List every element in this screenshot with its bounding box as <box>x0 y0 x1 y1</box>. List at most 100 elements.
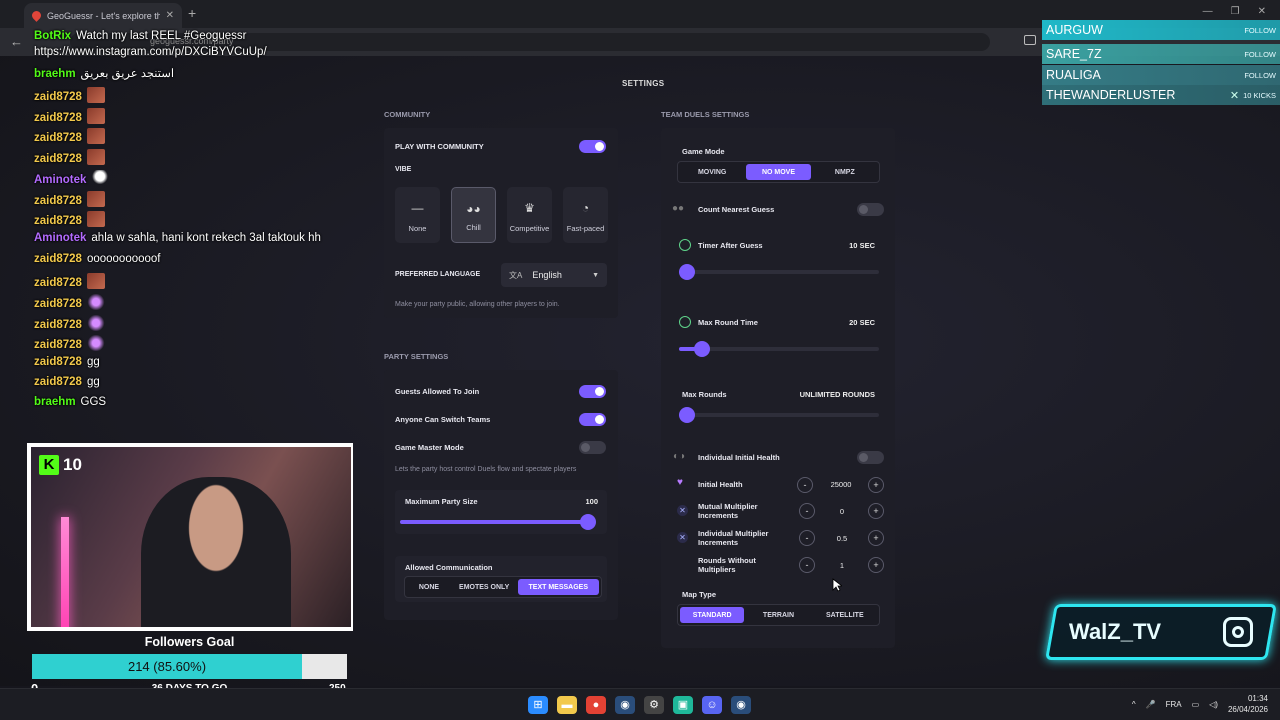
tab-close-icon[interactable]: ✕ <box>166 10 174 21</box>
game-mode-no-move[interactable]: NO MOVE <box>746 164 811 180</box>
taskbar-app-icon[interactable]: ⚙ <box>644 696 664 714</box>
mutual-multiplier-value[interactable]: 0 <box>826 507 858 516</box>
vibe-option-fast-paced[interactable]: ◔ Fast-paced <box>563 187 608 243</box>
kick-logo-icon: K <box>39 455 59 475</box>
play-with-community-toggle[interactable] <box>579 140 606 153</box>
rounds-without-multipliers-value[interactable]: 1 <box>826 561 858 570</box>
mutual-multiplier-increment-button[interactable]: + <box>868 503 884 519</box>
chat-username: zaid8728 <box>34 277 82 289</box>
event-tag: FOLLOW <box>1244 25 1276 35</box>
browser-tab[interactable]: GeoGuessr - Let's explore the w ✕ <box>24 3 182 28</box>
timer-after-guess-label: Timer After Guess <box>698 241 763 250</box>
max-round-time-slider[interactable] <box>679 341 879 357</box>
maximize-button[interactable]: ❐ <box>1231 6 1240 17</box>
gauge-icon: ◔ <box>581 201 590 215</box>
slider-handle[interactable] <box>694 341 710 357</box>
rounds-without-multipliers-label: Rounds Without Multipliers <box>698 556 756 574</box>
taskbar-app-icon[interactable]: ☺ <box>702 696 722 714</box>
taskbar-app-icon[interactable]: ● <box>586 696 606 714</box>
game-mode-moving[interactable]: MOVING <box>680 164 744 180</box>
microphone-icon[interactable]: 🎤 <box>1146 700 1156 709</box>
dash-icon: — <box>411 201 424 215</box>
chat-message: zaid8728 <box>34 87 105 103</box>
vibe-option-competitive[interactable]: ♛ Competitive <box>507 187 552 243</box>
clock[interactable]: 01:34 26/04/2026 <box>1228 693 1268 715</box>
max-party-size-value: 100 <box>585 497 598 506</box>
vibe-option-chill[interactable]: ◕◕ Chill <box>451 187 496 243</box>
chat-username: zaid8728 <box>34 91 82 103</box>
game-mode-nmpz[interactable]: NMPZ <box>813 164 877 180</box>
taskbar-app-icon[interactable]: ◉ <box>615 696 635 714</box>
close-icon: ✕ <box>1229 89 1240 102</box>
tray-chevron-icon[interactable]: ^ <box>1132 700 1136 709</box>
taskbar-app-icon[interactable]: ▬ <box>557 696 577 714</box>
new-tab-button[interactable]: + <box>188 5 196 21</box>
brand-name: WalZ_TV <box>1069 619 1162 644</box>
page-title: SETTINGS <box>622 79 665 88</box>
vibe-option-none[interactable]: — None <box>395 187 440 243</box>
individual-multiplier-increment-button[interactable]: + <box>868 530 884 546</box>
chat-emote-icon <box>86 191 105 207</box>
chat-emote-icon <box>86 87 105 103</box>
kick-badge: K 10 <box>39 455 82 475</box>
timer-icon <box>679 239 691 251</box>
chat-username: Aminotek <box>34 232 87 244</box>
taskbar-app-icon[interactable]: ▣ <box>673 696 693 714</box>
chat-username: BotRix <box>34 30 72 42</box>
map-type-standard[interactable]: STANDARD <box>680 607 745 623</box>
anyone-switch-toggle[interactable] <box>579 413 606 426</box>
map-type-satellite[interactable]: SATELLITE <box>813 607 877 623</box>
chat-username: zaid8728 <box>34 356 82 368</box>
slider-handle[interactable] <box>679 264 695 280</box>
individual-multiplier-decrement-button[interactable]: - <box>799 530 815 546</box>
rounds-without-multipliers-increment-button[interactable]: + <box>868 557 884 573</box>
comm-option-emotes-only[interactable]: EMOTES ONLY <box>453 579 516 595</box>
map-type-terrain[interactable]: TERRAIN <box>746 607 810 623</box>
max-party-size-slider[interactable] <box>400 514 596 530</box>
event-name: THEWANDERLUSTER <box>1046 88 1176 102</box>
game-master-toggle[interactable] <box>579 441 606 454</box>
slider-handle[interactable] <box>580 514 596 530</box>
back-button[interactable]: ← <box>10 34 23 49</box>
slider-handle[interactable] <box>679 407 695 423</box>
timer-after-guess-slider[interactable] <box>679 264 879 280</box>
clock-time: 01:34 <box>1247 694 1268 703</box>
rounds-without-multipliers-decrement-button[interactable]: - <box>799 557 815 573</box>
clock-date: 26/04/2026 <box>1227 705 1268 714</box>
chat-text: Watch my last REEL #Geoguessr <box>76 30 247 42</box>
chat-emote-icon <box>86 108 105 124</box>
individual-initial-health-toggle[interactable] <box>857 451 884 464</box>
initial-health-value[interactable]: 25000 <box>822 480 860 489</box>
guests-allowed-toggle[interactable] <box>579 385 606 398</box>
taskbar-app-icon[interactable]: ⊞ <box>528 696 548 714</box>
close-window-button[interactable]: ✕ <box>1258 6 1266 17</box>
max-rounds-slider[interactable] <box>679 407 879 423</box>
initial-health-increment-button[interactable]: + <box>868 477 884 493</box>
network-icon[interactable]: ▭ <box>1192 700 1200 709</box>
timer-icon <box>679 316 691 328</box>
mutual-multiplier-decrement-button[interactable]: - <box>799 503 815 519</box>
chat-message: zaid8728 <box>34 128 105 144</box>
comm-option-none[interactable]: NONE <box>407 579 451 595</box>
chat-message: zaid8728 <box>34 294 105 310</box>
chat-message: zaid8728 <box>34 335 105 351</box>
language-dropdown[interactable]: 文A English ▼ <box>501 263 607 287</box>
individual-initial-health-label: Individual Initial Health <box>698 453 780 462</box>
allowed-communication-label: Allowed Communication <box>405 563 493 572</box>
comm-option-text-messages[interactable]: TEXT MESSAGES <box>517 579 599 595</box>
volume-icon[interactable]: ◁) <box>1209 700 1218 709</box>
followers-goal-title: Followers Goal <box>144 635 235 649</box>
event-row: SARE_7Z FOLLOW <box>1042 44 1280 64</box>
instagram-icon <box>1223 617 1253 647</box>
max-party-size-label: Maximum Party Size <box>405 497 478 506</box>
taskbar-app-icon[interactable]: ◉ <box>731 696 751 714</box>
individual-multiplier-value[interactable]: 0.5 <box>826 534 858 543</box>
chat-username: zaid8728 <box>34 195 82 207</box>
cast-icon[interactable] <box>1024 35 1036 45</box>
minimize-button[interactable]: — <box>1203 6 1213 17</box>
count-nearest-guess-toggle[interactable] <box>857 203 884 216</box>
input-language[interactable]: FRA <box>1166 700 1182 709</box>
initial-health-label: Initial Health <box>698 480 743 489</box>
event-tag: FOLLOW <box>1244 49 1276 59</box>
initial-health-decrement-button[interactable]: - <box>797 477 813 493</box>
